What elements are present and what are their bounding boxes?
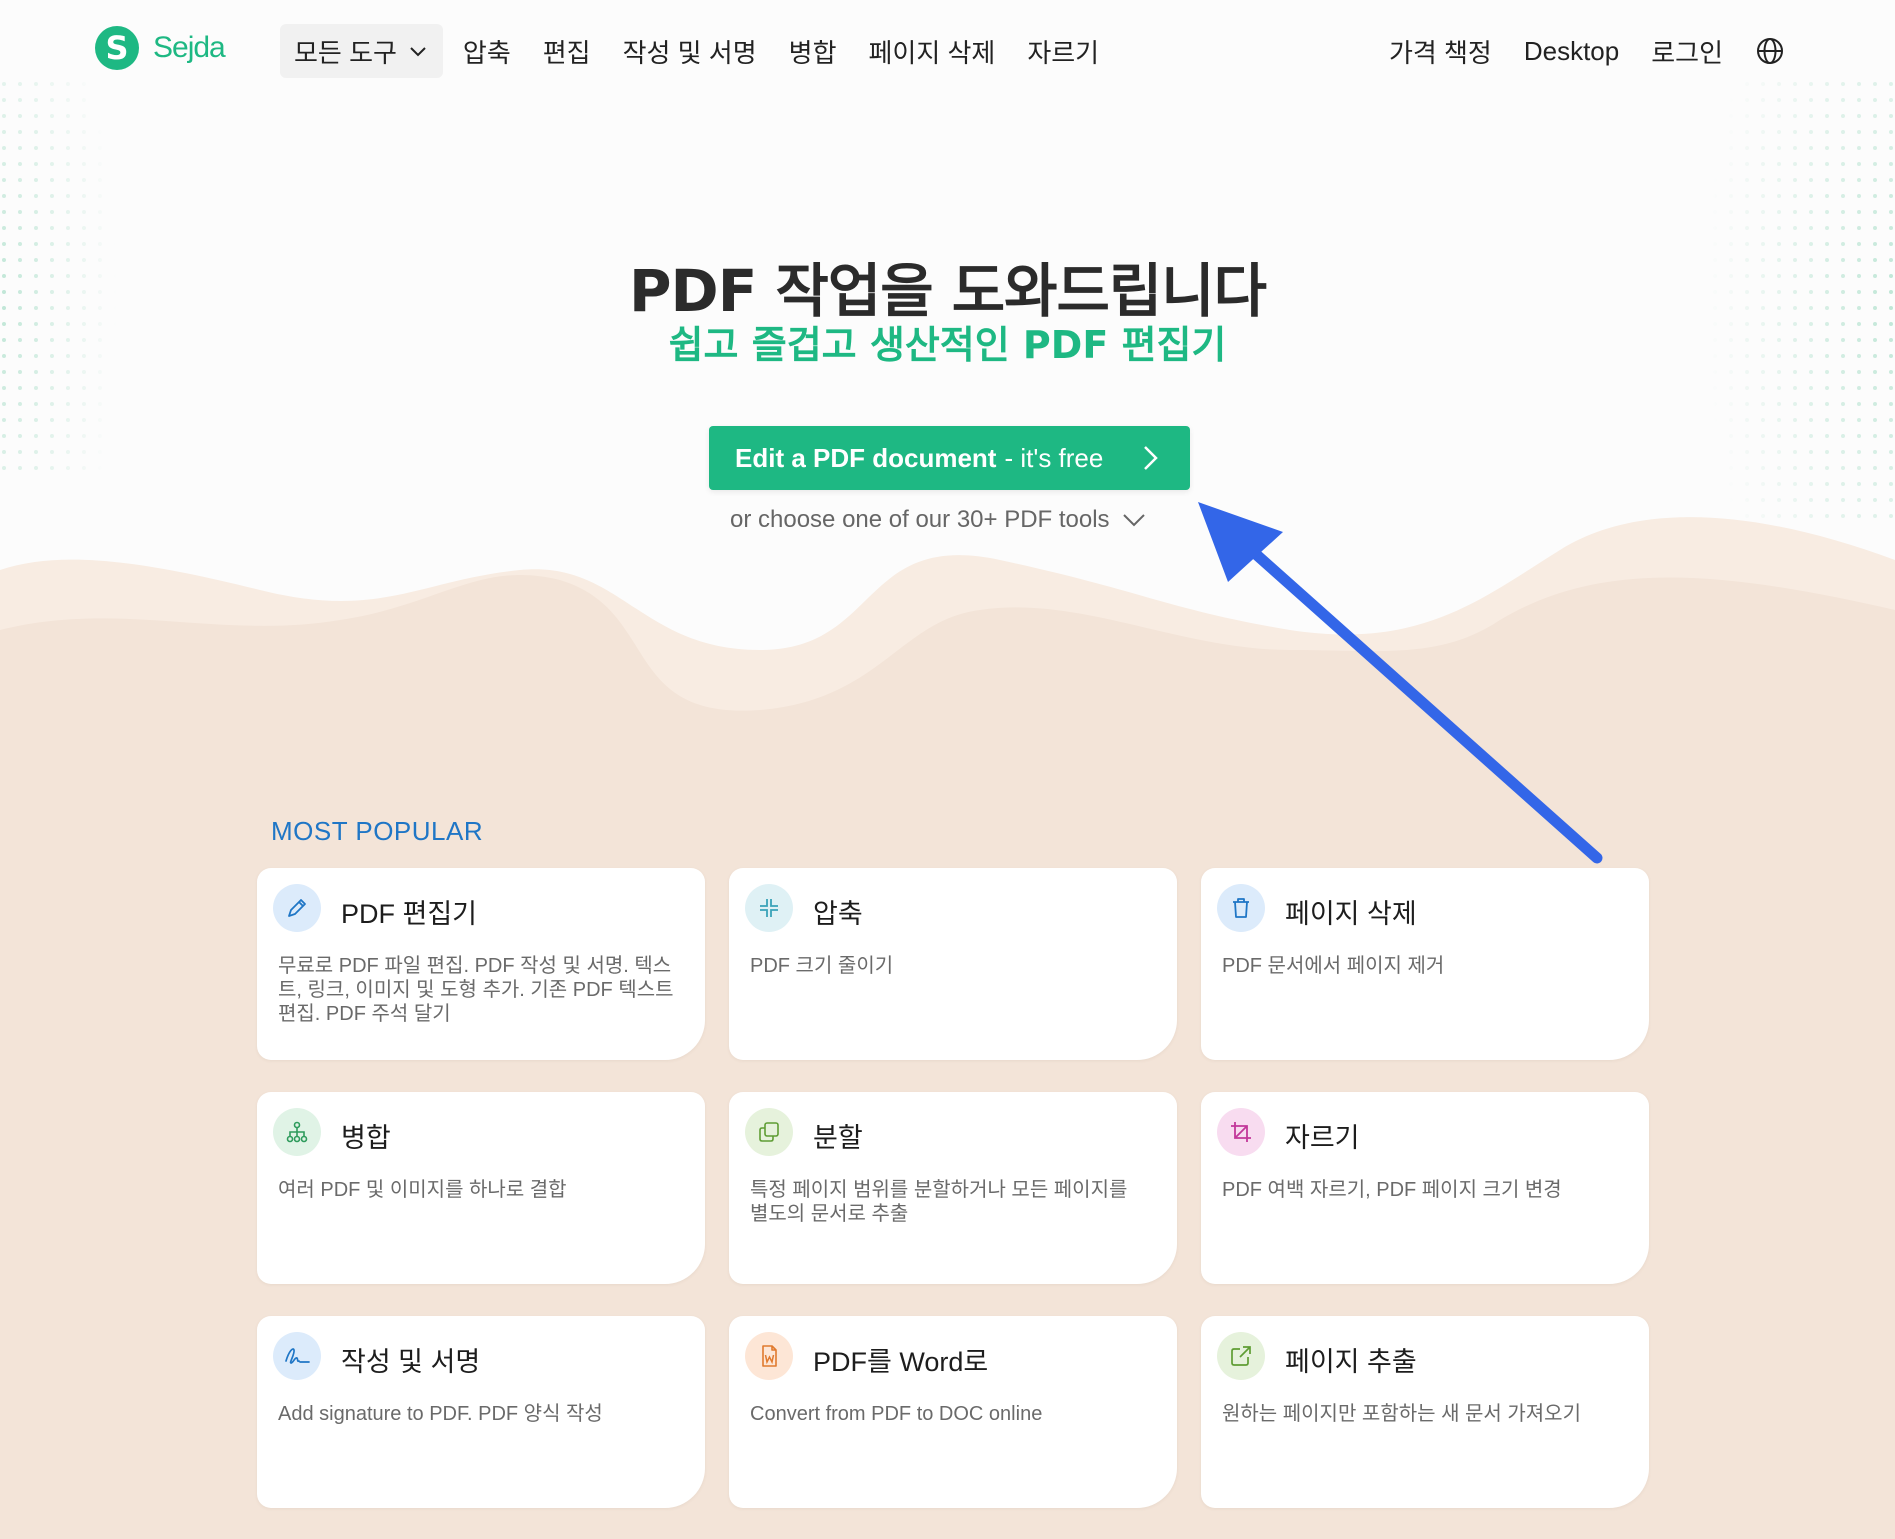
extract-icon [1217,1332,1265,1380]
globe-icon[interactable] [1755,36,1785,66]
compress-icon [745,884,793,932]
word-icon [745,1332,793,1380]
tool-card-extract-pages[interactable]: 페이지 추출 원하는 페이지만 포함하는 새 문서 가져오기 [1201,1316,1649,1508]
tool-card-crop[interactable]: 자르기 PDF 여백 자르기, PDF 페이지 크기 변경 [1201,1092,1649,1284]
chevron-down-icon [410,47,426,57]
signature-icon [273,1332,321,1380]
tool-card-split[interactable]: 분할 특정 페이지 범위를 분할하거나 모든 페이지를 별도의 문서로 추출 [729,1092,1177,1284]
nav-right: 가격 책정 Desktop 로그인 [1357,24,1785,78]
tool-card-pdf-editor[interactable]: PDF 편집기 무료로 PDF 파일 편집. PDF 작성 및 서명. 텍스트,… [257,868,705,1060]
page: S Sejda 모든 도구 압축 편집 작성 및 서명 병합 페이지 삭제 자르… [0,0,1895,1539]
card-title: PDF를 Word로 [813,1347,989,1377]
card-title: 자르기 [1285,1123,1360,1153]
tool-card-delete-pages[interactable]: 페이지 삭제 PDF 문서에서 페이지 제거 [1201,868,1649,1060]
nav-item-compress[interactable]: 압축 [463,33,511,70]
logo-mark: S [95,26,139,70]
nav-desktop[interactable]: Desktop [1524,36,1619,67]
card-title: 압축 [813,899,863,929]
card-title: 페이지 추출 [1285,1347,1417,1377]
cta-strong-text: Edit a PDF document [735,442,997,473]
card-description: 무료로 PDF 파일 편집. PDF 작성 및 서명. 텍스트, 링크, 이미지… [278,955,674,1025]
top-navigation: S Sejda 모든 도구 압축 편집 작성 및 서명 병합 페이지 삭제 자르… [0,0,1895,96]
split-icon [745,1108,793,1156]
sejda-logo[interactable]: S Sejda [95,26,226,70]
nav-item-edit[interactable]: 편집 [543,33,591,70]
choose-tools-link[interactable]: or choose one of our 30+ PDF tools [730,506,1146,534]
nav-pricing[interactable]: 가격 책정 [1389,33,1492,70]
cta-light-text: - it's free [1004,442,1104,473]
nav-item-crop[interactable]: 자르기 [1027,33,1099,70]
nav-login[interactable]: 로그인 [1651,33,1723,70]
merge-icon [273,1108,321,1156]
tool-card-pdf-to-word[interactable]: PDF를 Word로 Convert from PDF to DOC onlin… [729,1316,1177,1508]
card-description: 원하는 페이지만 포함하는 새 문서 가져오기 [1222,1403,1581,1425]
card-description: PDF 크기 줄이기 [750,955,894,977]
card-description: Add signature to PDF. PDF 양식 작성 [278,1403,603,1425]
card-description: 특정 페이지 범위를 분할하거나 모든 페이지를 별도의 문서로 추출 [750,1179,1128,1225]
nav-item-delete-pages[interactable]: 페이지 삭제 [869,33,996,70]
edit-pdf-cta-button[interactable]: Edit a PDF document - it's free [709,426,1190,490]
tool-card-fill-sign[interactable]: 작성 및 서명 Add signature to PDF. PDF 양식 작성 [257,1316,705,1508]
nav-menu: 모든 도구 압축 편집 작성 및 서명 병합 페이지 삭제 자르기 [280,24,1131,78]
card-description: 여러 PDF 및 이미지를 하나로 결합 [278,1179,567,1201]
chevron-down-icon [1122,514,1145,527]
card-description: PDF 여백 자르기, PDF 페이지 크기 변경 [1222,1179,1562,1201]
choose-tools-text: or choose one of our 30+ PDF tools [730,506,1110,533]
card-title: 페이지 삭제 [1285,899,1417,929]
tool-card-merge[interactable]: 병합 여러 PDF 및 이미지를 하나로 결합 [257,1092,705,1284]
most-popular-heading: MOST POPULAR [271,816,484,846]
hero-subtitle: 쉽고 즐겁고 생산적인 PDF 편집기 [668,323,1227,367]
nav-item-merge[interactable]: 병합 [789,33,837,70]
all-tools-dropdown[interactable]: 모든 도구 [280,24,443,78]
crop-icon [1217,1108,1265,1156]
card-title: 병합 [341,1123,391,1153]
card-title: PDF 편집기 [341,899,478,929]
chevron-right-icon [1144,446,1158,470]
card-title: 분할 [813,1123,863,1153]
nav-item-fill-sign[interactable]: 작성 및 서명 [623,33,757,70]
card-title: 작성 및 서명 [341,1347,481,1377]
all-tools-label: 모든 도구 [294,37,397,68]
logo-text: Sejda [153,31,226,64]
pencil-icon [273,884,321,932]
card-description: PDF 문서에서 페이지 제거 [1222,955,1445,977]
trash-icon [1217,884,1265,932]
card-description: Convert from PDF to DOC online [750,1403,1043,1425]
tool-card-compress[interactable]: 압축 PDF 크기 줄이기 [729,868,1177,1060]
